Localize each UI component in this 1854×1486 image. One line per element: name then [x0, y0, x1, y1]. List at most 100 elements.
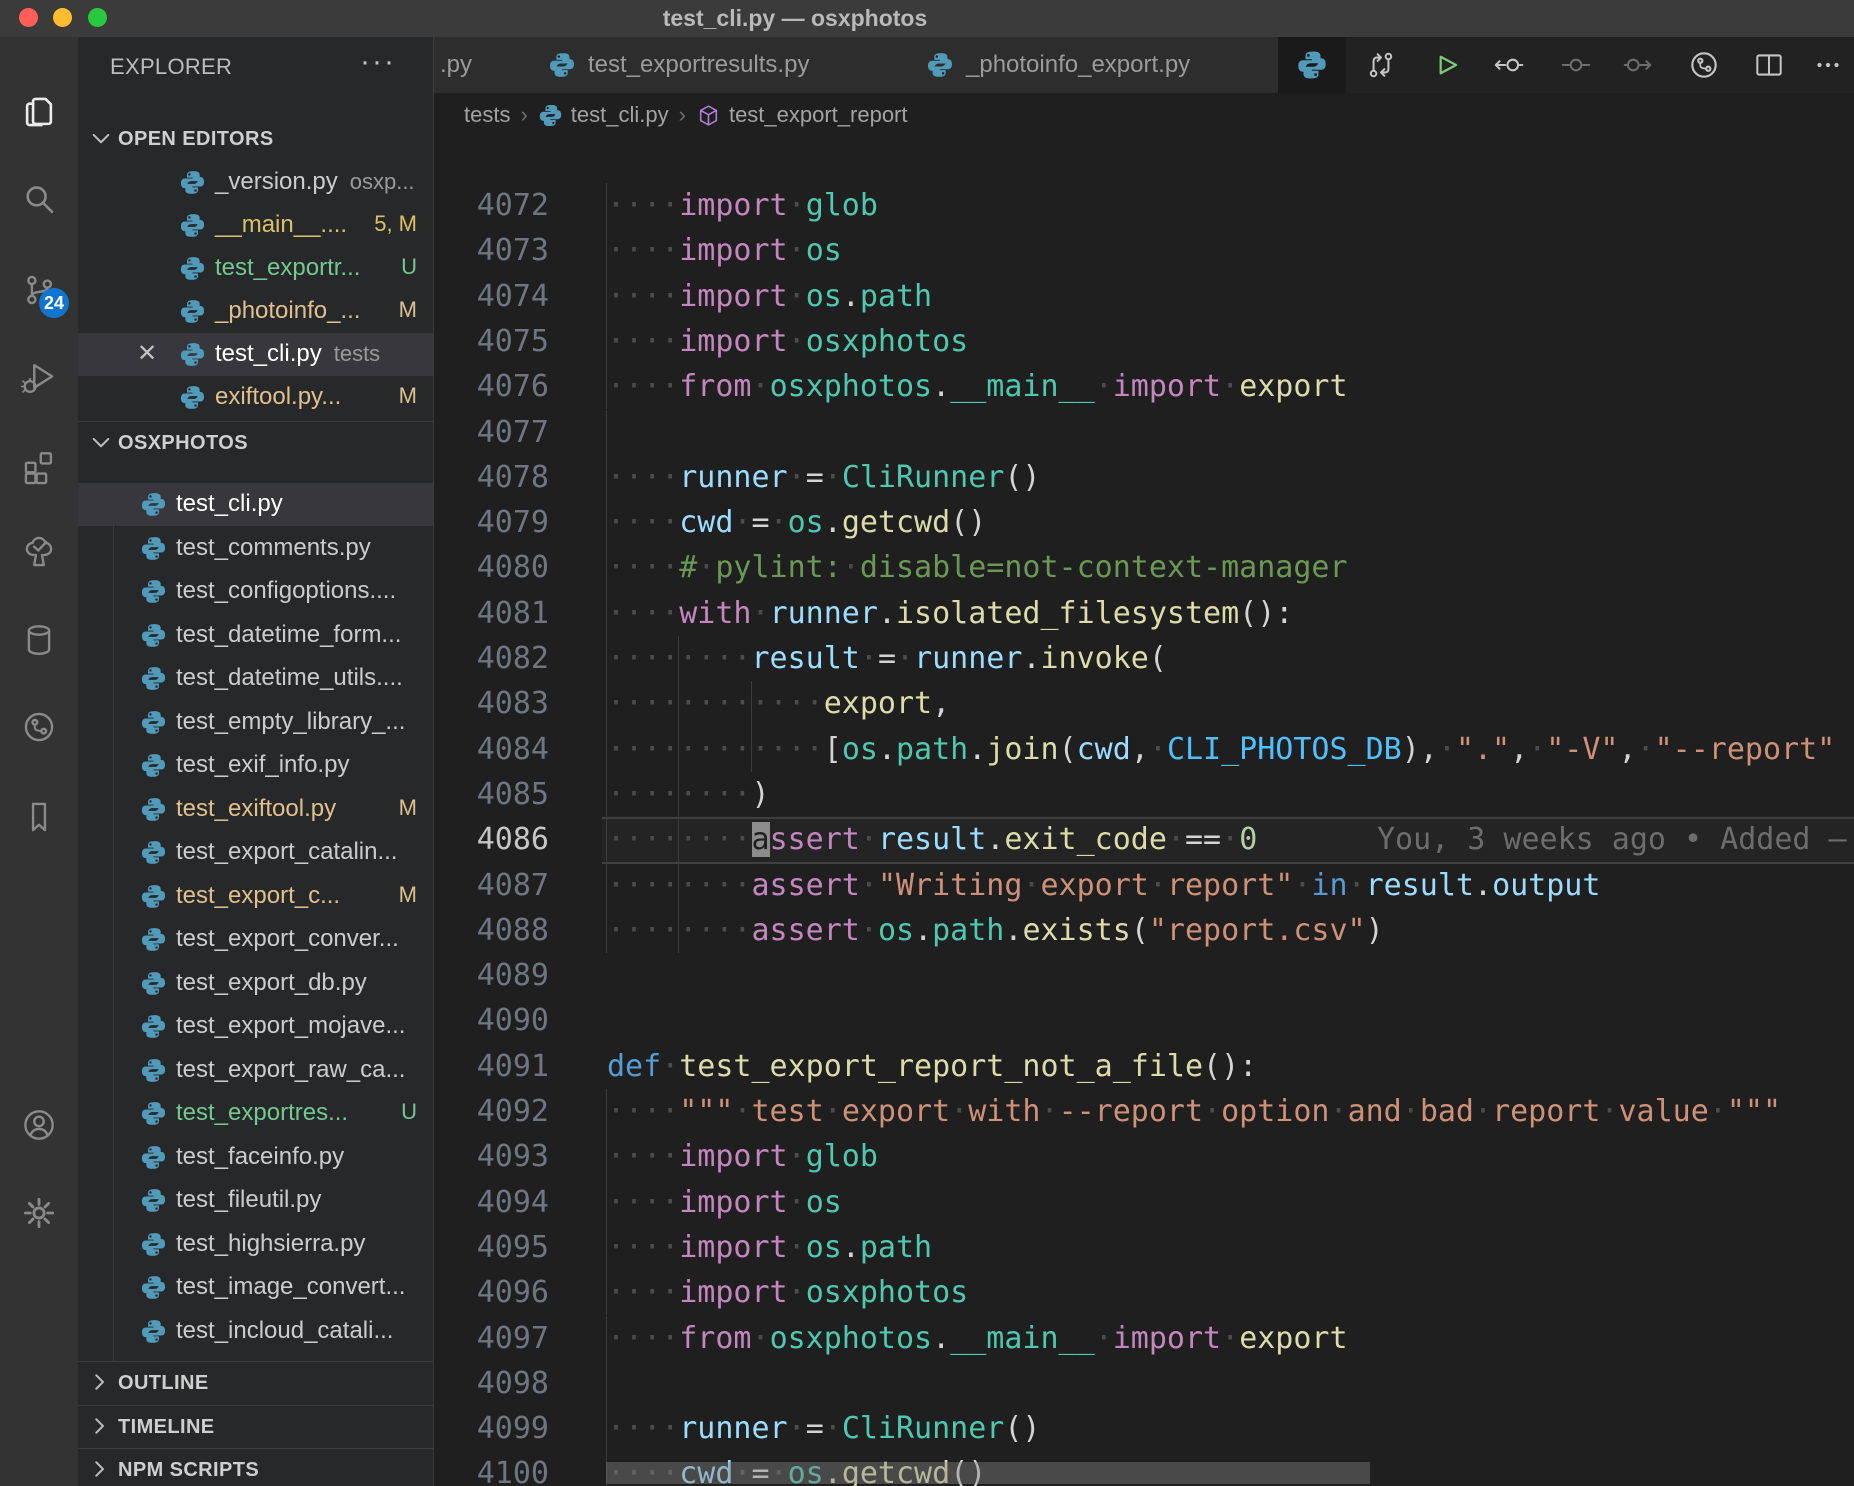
explorer-more-icon[interactable]: ··· [360, 45, 396, 79]
whitespace-dots: · [788, 233, 806, 268]
code-line-4083[interactable]: 4083············export, [434, 681, 1854, 726]
tree-item-test_commentspy[interactable]: test_comments.py [78, 527, 433, 570]
breadcrumb-item[interactable]: tests [464, 102, 510, 128]
code-line-4081[interactable]: 4081····with·runner.isolated_filesystem(… [434, 591, 1854, 636]
file-name: test_empty_library_... [176, 708, 405, 736]
section-outline[interactable]: OUTLINE [78, 1361, 433, 1405]
open-editor-item[interactable]: test_exportr...U [78, 247, 433, 290]
tab-py[interactable]: .py [434, 37, 528, 93]
project-section-header[interactable]: OSXPHOTOS [78, 421, 433, 465]
testing-icon[interactable] [15, 528, 63, 576]
code-line-4093[interactable]: 4093····import·glob [434, 1134, 1854, 1179]
open-editor-item[interactable]: _version.pyosxp... [78, 161, 433, 204]
whitespace-dots: · [1149, 868, 1167, 903]
run-python-file-icon[interactable] [1429, 48, 1463, 82]
code-line-4092[interactable]: 4092····"""·test·export·with·--report·op… [434, 1089, 1854, 1134]
tree-item-test_fileutilpy[interactable]: test_fileutil.py [78, 1179, 433, 1222]
breadcrumb-item[interactable]: test_export_report [729, 102, 908, 128]
code-line-4074[interactable]: 4074····import·os.path [434, 274, 1854, 319]
tree-item-test_export_conver[interactable]: test_export_conver... [78, 918, 433, 961]
code-line-4078[interactable]: 4078····runner·=·CliRunner() [434, 455, 1854, 500]
titlebar: test_cli.py — osxphotos [0, 0, 1854, 37]
account-icon[interactable] [15, 1101, 63, 1149]
step-back-icon[interactable] [1491, 48, 1525, 82]
editor-group: .pytest_exportresults.py_photoinfo_expor… [434, 37, 1854, 1486]
open-editor-item[interactable]: exiftool.py...M [78, 376, 433, 419]
code-line-4086[interactable]: 4086········assert·result.exit_code·==·0… [434, 817, 1854, 862]
code-line-4073[interactable]: 4073····import·os [434, 228, 1854, 273]
tree-item-test_exportres[interactable]: test_exportres...U [78, 1092, 433, 1135]
tree-item-test_exif_infopy[interactable]: test_exif_info.py [78, 744, 433, 787]
code-line-4091[interactable]: 4091def·test_export_report_not_a_file(): [434, 1044, 1854, 1089]
tree-item-test_clipy[interactable]: test_cli.py [78, 483, 433, 526]
chevron-right-icon [88, 1370, 114, 1396]
code-line-4090[interactable]: 4090 [434, 998, 1854, 1043]
settings-icon[interactable] [15, 1189, 63, 1237]
code-line-4080[interactable]: 4080····#·pylint:·disable=not-context-ma… [434, 545, 1854, 590]
tree-item-test_empty_library_[interactable]: test_empty_library_... [78, 701, 433, 744]
tree-item-test_export_mojave[interactable]: test_export_mojave... [78, 1005, 433, 1048]
tree-item-test_image_convert[interactable]: test_image_convert... [78, 1266, 433, 1309]
code-line-4075[interactable]: 4075····import·osxphotos [434, 319, 1854, 364]
tab-test_exportresultspy[interactable]: test_exportresults.py [526, 37, 906, 93]
tree-item-test_export_dbpy[interactable]: test_export_db.py [78, 962, 433, 1005]
code-line-4077[interactable]: 4077 [434, 410, 1854, 455]
code-line-4085[interactable]: 4085········) [434, 772, 1854, 817]
breadcrumb-item[interactable]: test_cli.py [571, 102, 669, 128]
database-icon[interactable] [15, 616, 63, 664]
code-line-4098[interactable]: 4098 [434, 1361, 1854, 1406]
tab-_photoinfo_exportpy[interactable]: _photoinfo_export.py [904, 37, 1280, 93]
code-line-4096[interactable]: 4096····import·osxphotos [434, 1270, 1854, 1315]
compare-changes-icon[interactable] [1364, 48, 1398, 82]
split-editor-icon[interactable] [1752, 48, 1786, 82]
whitespace-dots: · [1348, 868, 1366, 903]
tree-item-test_export_raw_ca[interactable]: test_export_raw_ca... [78, 1049, 433, 1092]
source-control-icon[interactable]: 24 [15, 266, 63, 314]
reverse-continue-icon[interactable] [1559, 48, 1593, 82]
bookmarks-icon[interactable] [15, 793, 63, 841]
file-name: test_export_conver... [176, 925, 399, 953]
tree-item-test_datetime_form[interactable]: test_datetime_form... [78, 614, 433, 657]
tree-item-test_configoptions[interactable]: test_configoptions.... [78, 570, 433, 613]
code-line-4084[interactable]: 4084············[os.path.join(cwd,·CLI_P… [434, 727, 1854, 772]
code-line-4076[interactable]: 4076····from·osxphotos.__main__·import·e… [434, 364, 1854, 409]
whitespace-dots: · [1221, 369, 1239, 404]
section-npm-scripts[interactable]: NPM SCRIPTS [78, 1448, 433, 1486]
git-graph-icon[interactable] [15, 703, 63, 751]
more-actions-icon[interactable] [1811, 48, 1845, 82]
code-line-4089[interactable]: 4089 [434, 953, 1854, 998]
tree-item-test_incloud_catali[interactable]: test_incloud_catali... [78, 1310, 433, 1353]
python-interpreter-button[interactable] [1278, 37, 1346, 93]
tree-item-test_faceinfopy[interactable]: test_faceinfo.py [78, 1136, 433, 1179]
tree-item-test_exiftoolpy[interactable]: test_exiftool.pyM [78, 788, 433, 831]
open-editors-section-header[interactable]: OPEN EDITORS [78, 118, 433, 161]
code-line-4094[interactable]: 4094····import·os [434, 1180, 1854, 1225]
tree-item-test_highsierrapy[interactable]: test_highsierra.py [78, 1223, 433, 1266]
code-line-4072[interactable]: 4072····import·glob [434, 183, 1854, 228]
code-line-4099[interactable]: 4099····runner·=·CliRunner() [434, 1406, 1854, 1451]
file-name: test_image_convert... [176, 1273, 405, 1301]
search-icon[interactable] [15, 176, 63, 224]
code-line-4087[interactable]: 4087········assert·"Writing·export·repor… [434, 863, 1854, 908]
code-line-4097[interactable]: 4097····from·osxphotos.__main__·import·e… [434, 1316, 1854, 1361]
extensions-icon[interactable] [15, 443, 63, 491]
code-line-4088[interactable]: 4088········assert·os.path.exists("repor… [434, 908, 1854, 953]
tree-item-test_export_catalin[interactable]: test_export_catalin... [78, 831, 433, 874]
open-editor-item[interactable]: __main__....5, M [78, 204, 433, 247]
code-line-4079[interactable]: 4079····cwd·=·os.getcwd() [434, 500, 1854, 545]
open-editor-item[interactable]: _photoinfo_...M [78, 290, 433, 333]
open-editor-item[interactable]: ✕test_cli.pytests [78, 333, 433, 376]
code-line-4095[interactable]: 4095····import·os.path [434, 1225, 1854, 1270]
step-over-icon[interactable] [1621, 48, 1655, 82]
run-and-debug-icon[interactable] [15, 353, 63, 401]
section-timeline[interactable]: TIMELINE [78, 1405, 433, 1449]
horizontal-scrollbar[interactable] [606, 1462, 1370, 1484]
close-icon[interactable]: ✕ [134, 341, 160, 367]
whitespace-dots: · [788, 1139, 806, 1174]
explorer-icon[interactable] [15, 88, 63, 136]
tree-item-test_export_c[interactable]: test_export_c...M [78, 875, 433, 918]
code-editor[interactable]: 4072····import·glob4073····import·os4074… [434, 137, 1854, 1486]
tree-item-test_datetime_utils[interactable]: test_datetime_utils.... [78, 657, 433, 700]
code-line-4082[interactable]: 4082········result·=·runner.invoke( [434, 636, 1854, 681]
run-or-debug-icon[interactable] [1687, 48, 1721, 82]
